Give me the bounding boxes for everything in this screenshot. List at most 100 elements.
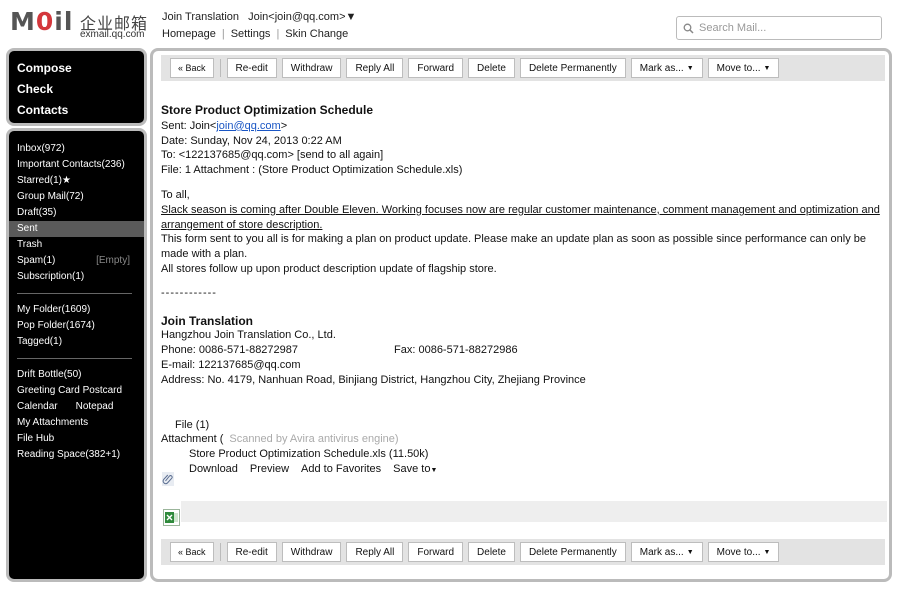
sender-end: > (280, 119, 288, 132)
sidebar-item-reading-space[interactable]: Reading Space(382+1) (9, 447, 144, 463)
delete-permanently-button[interactable]: Delete Permanently (519, 542, 626, 562)
delete-button[interactable]: Delete (468, 542, 515, 562)
compose-link[interactable]: Compose (17, 58, 136, 79)
email-content: Store Product Optimization Schedule Sent… (161, 103, 881, 479)
paperclip-icon (162, 472, 174, 486)
logo[interactable]: M0il 企业邮箱 exmail.qq.com (10, 6, 150, 44)
toolbar-separator (219, 59, 221, 77)
sidebar-item-starred[interactable]: Starred(1)★ (9, 173, 144, 189)
logo-domain: exmail.qq.com (80, 29, 145, 40)
account-switcher[interactable]: Join<join@qq.com>▼ (248, 11, 356, 23)
attachment-actions: Download Preview Add to Favorites Save t… (161, 462, 881, 479)
signature-email: E-mail: 122137685@qq.com (161, 358, 301, 371)
back-button[interactable]: « Back (170, 58, 214, 78)
signature-address: Address: No. 4179, Nanhuan Road, Binjian… (161, 373, 586, 386)
sidebar-item-greeting-card[interactable]: Greeting Card Postcard (9, 383, 144, 399)
homepage-link[interactable]: Homepage (162, 28, 216, 40)
chevron-down-icon: ▼ (430, 466, 438, 474)
chevron-down-icon: ▼ (686, 548, 694, 556)
withdraw-button[interactable]: Withdraw (281, 58, 342, 78)
sidebar-item-important-contacts[interactable]: Important Contacts(236) (9, 157, 144, 173)
sender-email-link[interactable]: join@qq.com (216, 120, 280, 132)
back-button[interactable]: « Back (170, 542, 214, 562)
add-to-favorites-link[interactable]: Add to Favorites (301, 462, 381, 479)
nav-separator: | (276, 28, 280, 40)
sidebar-item-subscription[interactable]: Subscription(1) (9, 269, 144, 285)
empty-spam-link[interactable]: [Empty] (96, 253, 130, 269)
reply-all-button[interactable]: Reply All (346, 542, 404, 562)
calendar-link[interactable]: Calendar (17, 401, 58, 412)
move-to-dropdown[interactable]: Move to... ▼ (707, 58, 780, 78)
signature-divider: ------------ (161, 286, 217, 299)
email-subject: Store Product Optimization Schedule (161, 103, 374, 117)
save-to-label: Save to (393, 462, 431, 475)
delete-permanently-button[interactable]: Delete Permanently (519, 58, 626, 78)
withdraw-button[interactable]: Withdraw (281, 542, 342, 562)
mark-as-dropdown[interactable]: Mark as... ▼ (630, 58, 703, 78)
signature-phone: Phone: 0086-571-88272987 (161, 344, 299, 357)
sidebar-item-drift-bottle[interactable]: Drift Bottle(50) (9, 367, 144, 383)
skin-change-link[interactable]: Skin Change (285, 28, 348, 40)
email-recipient: To: <122137685@qq.com> [send to all agai… (161, 149, 384, 162)
mark-as-label: Mark as... (639, 62, 684, 74)
mark-as-label: Mark as... (639, 546, 684, 558)
sidebar-item-tagged[interactable]: Tagged(1) (9, 334, 144, 350)
signature-name: Join Translation (161, 313, 254, 328)
email-date: Date: Sunday, Nov 24, 2013 0:22 AM (161, 134, 342, 147)
mark-as-dropdown[interactable]: Mark as... ▼ (630, 542, 703, 562)
spam-label: Spam(1) (17, 255, 56, 266)
sidebar-item-spam[interactable]: Spam(1) [Empty] (9, 253, 144, 269)
sidebar-divider (17, 293, 132, 294)
toolbar-top: « Back Re-edit Withdraw Reply All Forwar… (161, 55, 885, 81)
sidebar-item-group-mail[interactable]: Group Mail(72) (9, 189, 144, 205)
mail-view: « Back Re-edit Withdraw Reply All Forwar… (150, 48, 892, 582)
email-sender: Sent: Join<join@qq.com> (161, 119, 881, 134)
settings-link[interactable]: Settings (231, 28, 271, 40)
contacts-link[interactable]: Contacts (17, 100, 136, 121)
forward-button[interactable]: Forward (408, 542, 464, 562)
preview-link[interactable]: Preview (250, 462, 289, 479)
save-to-dropdown[interactable]: Save to▼ (393, 462, 437, 479)
file-count: File (1) (175, 418, 210, 431)
sidebar-item-drafts[interactable]: Draft(35) (9, 205, 144, 221)
email-paragraph: All stores follow up upon product descri… (161, 262, 497, 275)
sidebar-item-sent[interactable]: Sent (9, 221, 144, 237)
attachment-preview-strip (181, 501, 887, 522)
logo-mark: M0il (10, 7, 74, 36)
user-name: Join Translation (162, 11, 240, 23)
move-to-label: Move to... (716, 546, 761, 558)
signature-company: Hangzhou Join Translation Co., Ltd. (161, 329, 336, 342)
reply-all-button[interactable]: Reply All (346, 58, 404, 78)
sidebar-item-file-hub[interactable]: File Hub (9, 431, 144, 447)
sidebar-primary: Compose Check Contacts (6, 48, 147, 126)
chevron-down-icon: ▼ (763, 548, 771, 556)
chevron-down-icon: ▼ (763, 64, 771, 72)
move-to-label: Move to... (716, 62, 761, 74)
search-input[interactable]: Search Mail... (676, 16, 882, 40)
antivirus-note: Scanned by Avira antivirus engine) (229, 433, 399, 446)
signature-contact-row: Phone: 0086-571-88272987 Fax: 0086-571-8… (161, 343, 881, 358)
email-file-info: File: 1 Attachment : (Store Product Opti… (161, 164, 463, 177)
excel-file-icon[interactable] (163, 509, 180, 526)
sidebar-folders: Inbox(972) Important Contacts(236) Starr… (6, 128, 147, 582)
sidebar-item-inbox[interactable]: Inbox(972) (9, 141, 144, 157)
sidebar-item-pop-folder[interactable]: Pop Folder(1674) (9, 318, 144, 334)
reedit-button[interactable]: Re-edit (226, 542, 277, 562)
sender-label: Sent: Join< (161, 119, 217, 132)
move-to-dropdown[interactable]: Move to... ▼ (707, 542, 780, 562)
sidebar-item-trash[interactable]: Trash (9, 237, 144, 253)
reedit-button[interactable]: Re-edit (226, 58, 277, 78)
chevron-down-icon: ▼ (686, 64, 694, 72)
email-paragraph: This form sent to you all is for making … (161, 233, 867, 261)
sidebar-item-my-attachments[interactable]: My Attachments (9, 415, 144, 431)
delete-button[interactable]: Delete (468, 58, 515, 78)
notepad-link[interactable]: Notepad (76, 401, 114, 412)
email-greeting: To all, (161, 188, 190, 201)
attachment-label: Attachment ( (161, 433, 224, 446)
search-placeholder: Search Mail... (699, 22, 767, 34)
check-link[interactable]: Check (17, 79, 136, 100)
forward-button[interactable]: Forward (408, 58, 464, 78)
toolbar-bottom: « Back Re-edit Withdraw Reply All Forwar… (161, 539, 885, 565)
sidebar-item-my-folder[interactable]: My Folder(1609) (9, 302, 144, 318)
download-link[interactable]: Download (189, 462, 238, 479)
